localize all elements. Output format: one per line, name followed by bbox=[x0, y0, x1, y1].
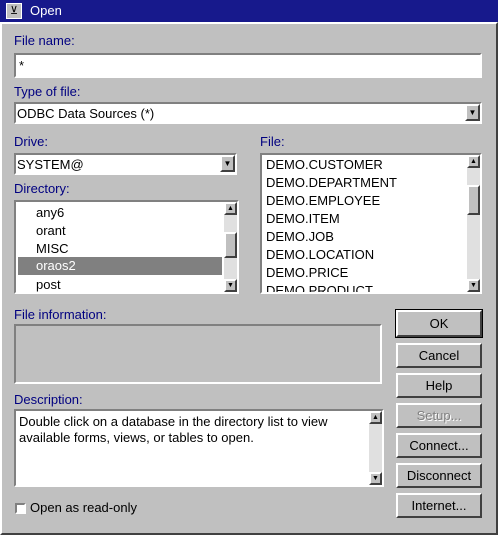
connect-button[interactable]: Connect... bbox=[396, 433, 482, 458]
list-item-label: oraos2 bbox=[36, 258, 76, 273]
scroll-thumb[interactable] bbox=[224, 232, 237, 258]
disconnect-button[interactable]: Disconnect bbox=[396, 463, 482, 488]
list-item[interactable]: MISC bbox=[36, 241, 69, 256]
setup-button[interactable]: Setup... bbox=[396, 403, 482, 428]
directory-list[interactable]: any6 orant MISC oraos2 post ▲ ▼ bbox=[14, 200, 239, 294]
ok-button[interactable]: OK bbox=[395, 309, 483, 338]
disconnect-button-label: Disconnect bbox=[406, 468, 472, 483]
connect-button-label: Connect... bbox=[409, 438, 469, 453]
internet-button-label: Internet... bbox=[411, 498, 467, 513]
scroll-down-icon[interactable]: ▼ bbox=[224, 279, 237, 292]
file-name-label: File name: bbox=[14, 33, 75, 48]
file-information-label: File information: bbox=[14, 307, 107, 322]
directory-scrollbar[interactable]: ▲ ▼ bbox=[224, 202, 237, 292]
description-textarea[interactable]: Double click on a database in the direct… bbox=[14, 409, 384, 487]
cancel-button-label: Cancel bbox=[418, 348, 460, 363]
system-menu-icon[interactable]: ⊻ bbox=[6, 3, 22, 19]
list-item[interactable]: DEMO.EMPLOYEE bbox=[266, 193, 380, 208]
drive-value: SYSTEM@ bbox=[17, 157, 84, 172]
help-button-label: Help bbox=[425, 378, 453, 393]
scroll-down-icon[interactable]: ▼ bbox=[467, 279, 480, 292]
list-item[interactable]: DEMO.DEPARTMENT bbox=[266, 175, 397, 190]
description-scrollbar[interactable]: ▲ ▼ bbox=[369, 411, 382, 485]
title-bar: ⊻ Open bbox=[0, 0, 498, 22]
scroll-up-icon[interactable]: ▲ bbox=[467, 155, 480, 168]
window-title: Open bbox=[30, 3, 62, 18]
list-item-selected[interactable]: oraos2 bbox=[18, 257, 222, 275]
list-item[interactable]: DEMO.LOCATION bbox=[266, 247, 374, 262]
list-item[interactable]: any6 bbox=[36, 205, 64, 220]
drive-select[interactable]: SYSTEM@ ▼ bbox=[14, 153, 237, 175]
internet-button[interactable]: Internet... bbox=[396, 493, 482, 518]
list-item[interactable]: DEMO.CUSTOMER bbox=[266, 157, 383, 172]
setup-button-label: Setup... bbox=[416, 408, 462, 423]
file-label: File: bbox=[260, 134, 285, 149]
file-scrollbar[interactable]: ▲ ▼ bbox=[467, 155, 480, 292]
ok-button-label: OK bbox=[429, 316, 449, 331]
cancel-button[interactable]: Cancel bbox=[396, 343, 482, 368]
file-name-value: * bbox=[19, 58, 25, 73]
description-text: Double click on a database in the direct… bbox=[19, 414, 328, 445]
file-list[interactable]: DEMO.CUSTOMER DEMO.DEPARTMENT DEMO.EMPLO… bbox=[260, 153, 482, 294]
list-item[interactable]: DEMO.JOB bbox=[266, 229, 334, 244]
file-information-panel bbox=[14, 324, 382, 384]
list-item[interactable]: post bbox=[36, 277, 61, 292]
scroll-thumb[interactable] bbox=[467, 185, 480, 215]
type-of-file-value: ODBC Data Sources (*) bbox=[17, 106, 155, 121]
chevron-down-icon[interactable]: ▼ bbox=[465, 104, 480, 121]
list-item[interactable]: orant bbox=[36, 223, 66, 238]
file-name-input[interactable]: * bbox=[14, 53, 482, 78]
directory-label: Directory: bbox=[14, 181, 70, 196]
drive-label: Drive: bbox=[14, 134, 48, 149]
scroll-up-icon[interactable]: ▲ bbox=[369, 411, 382, 424]
type-of-file-select[interactable]: ODBC Data Sources (*) ▼ bbox=[14, 102, 482, 124]
list-item[interactable]: DEMO.PRICE bbox=[266, 265, 348, 280]
chevron-down-icon[interactable]: ▼ bbox=[220, 155, 235, 172]
scroll-up-icon[interactable]: ▲ bbox=[224, 202, 237, 215]
list-item[interactable]: DEMO.PRODUCT bbox=[266, 283, 373, 292]
type-of-file-label: Type of file: bbox=[14, 84, 81, 99]
read-only-checkbox[interactable] bbox=[15, 503, 26, 514]
read-only-label: Open as read-only bbox=[30, 500, 137, 515]
description-label: Description: bbox=[14, 392, 83, 407]
scroll-down-icon[interactable]: ▼ bbox=[369, 472, 382, 485]
list-item[interactable]: DEMO.ITEM bbox=[266, 211, 340, 226]
help-button[interactable]: Help bbox=[396, 373, 482, 398]
